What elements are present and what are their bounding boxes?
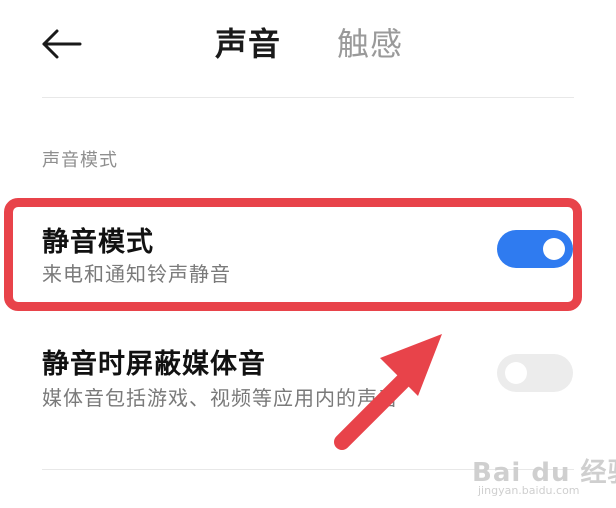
watermark: Bai du 经验 jingyan.baidu.com <box>472 448 616 504</box>
block-media-row[interactable]: 静音时屏蔽媒体音 媒体音包括游戏、视频等应用内的声音 <box>0 330 616 430</box>
watermark-logo: Bai du 经验 <box>472 458 616 488</box>
mute-mode-toggle[interactable] <box>497 230 573 268</box>
bottom-divider <box>42 469 574 470</box>
block-media-title: 静音时屏蔽媒体音 <box>42 349 266 380</box>
mute-mode-title: 静音模式 <box>42 227 154 258</box>
back-button[interactable] <box>38 22 88 66</box>
arrow-left-icon <box>42 29 82 59</box>
mute-mode-subtitle: 来电和通知铃声静音 <box>42 262 231 286</box>
toggle-knob <box>543 238 565 260</box>
toggle-knob <box>505 362 527 384</box>
watermark-url: jingyan.baidu.com <box>478 484 580 497</box>
block-media-subtitle: 媒体音包括游戏、视频等应用内的声音 <box>42 386 399 410</box>
tab-sound[interactable]: 声音 <box>215 22 281 66</box>
app-header: 声音 触感 <box>0 0 616 98</box>
mute-mode-row[interactable]: 静音模式 来电和通知铃声静音 <box>0 200 616 318</box>
header-divider <box>42 97 574 98</box>
block-media-toggle[interactable] <box>497 354 573 392</box>
tab-haptics[interactable]: 触感 <box>337 22 403 66</box>
section-header-sound-mode: 声音模式 <box>42 150 118 171</box>
